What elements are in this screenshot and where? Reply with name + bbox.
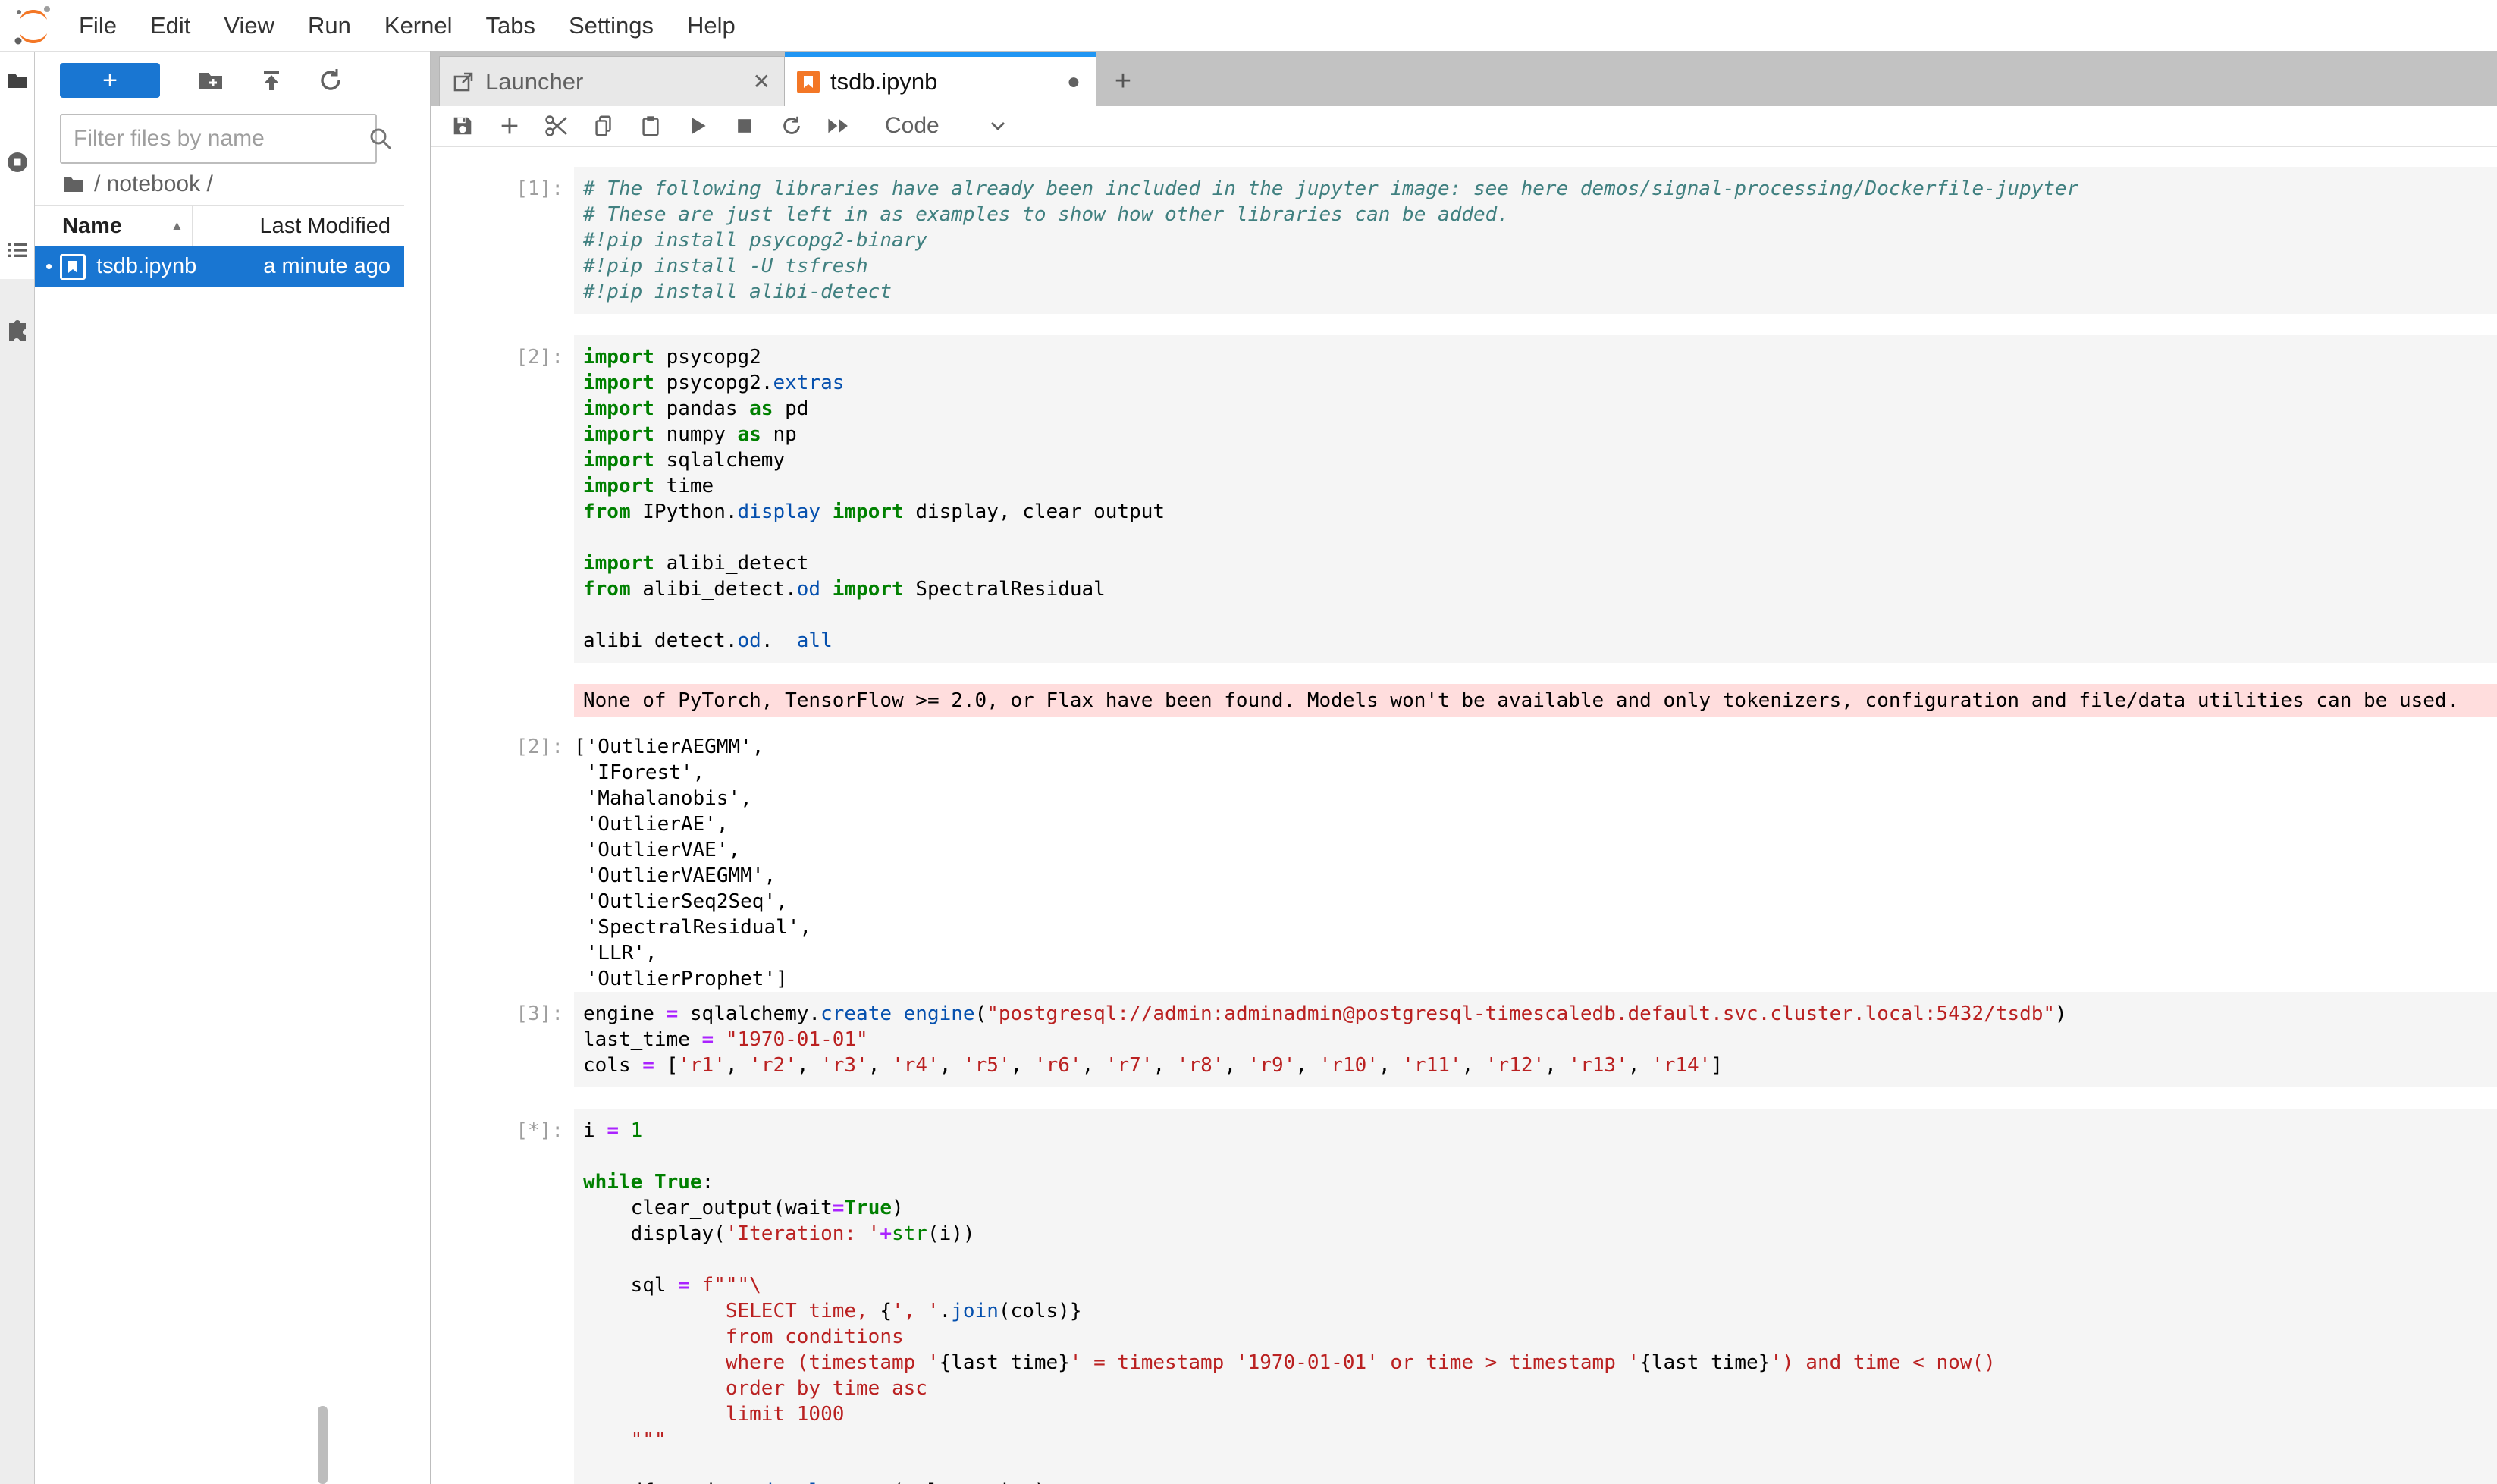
save-icon[interactable] <box>450 113 475 139</box>
launcher-tab-label: Launcher <box>485 68 753 96</box>
restart-kernel-icon[interactable] <box>779 113 805 139</box>
refresh-icon[interactable] <box>316 66 345 95</box>
stop-kernel-icon[interactable] <box>732 113 758 139</box>
menu-tabs[interactable]: Tabs <box>469 0 552 51</box>
new-folder-icon[interactable] <box>196 66 225 95</box>
chevron-down-icon[interactable] <box>987 115 1009 137</box>
left-activity-bar <box>0 52 35 1484</box>
unsaved-dot-icon: • <box>45 246 52 287</box>
code-cell[interactable]: [3]:engine = sqlalchemy.create_engine("p… <box>431 992 2497 1087</box>
file-browser-toolbar: + <box>35 59 430 102</box>
code-cell[interactable]: [*]:i = 1 while True: clear_output(wait=… <box>431 1109 2497 1484</box>
breadcrumb[interactable]: / notebook / <box>62 171 213 197</box>
extension-manager-icon[interactable] <box>5 318 30 343</box>
menu-kernel[interactable]: Kernel <box>368 0 469 51</box>
sort-ascending-icon: ▲ <box>171 218 184 234</box>
running-sessions-icon[interactable] <box>5 150 30 174</box>
cell-input-editor[interactable]: # The following libraries have already b… <box>574 167 2497 314</box>
column-last-modified[interactable]: Last Modified <box>260 214 391 239</box>
cell-type-select[interactable]: Code <box>885 113 940 139</box>
code-cell[interactable]: [2]:import psycopg2 import psycopg2.extr… <box>431 335 2497 663</box>
menu-run[interactable]: Run <box>291 0 368 51</box>
menu-view[interactable]: View <box>207 0 291 51</box>
file-filter-box <box>60 114 377 164</box>
menu-bar: FileEditViewRunKernelTabsSettingsHelp <box>0 0 2497 52</box>
home-folder-icon <box>62 173 85 196</box>
file-browser-icon[interactable] <box>5 68 30 93</box>
execution-count: [1]: <box>431 167 574 314</box>
column-name[interactable]: Name <box>62 214 122 239</box>
file-modified: a minute ago <box>263 254 391 279</box>
launcher-tab-icon <box>452 71 475 93</box>
file-name: tsdb.ipynb <box>96 254 196 279</box>
tab-notebook-active[interactable]: tsdb.ipynb ● <box>785 52 1096 107</box>
new-tab-button[interactable]: + <box>1102 58 1144 104</box>
add-cell-icon[interactable] <box>497 113 522 139</box>
file-list-header: Name ▲ Last Modified <box>35 205 404 247</box>
stderr-output: None of PyTorch, TensorFlow >= 2.0, or F… <box>574 684 2497 717</box>
upload-icon[interactable] <box>257 66 286 95</box>
sidebar-scrollbar[interactable] <box>318 1406 328 1484</box>
cut-cells-icon[interactable] <box>544 113 569 139</box>
run-cell-icon[interactable] <box>685 113 711 139</box>
execution-count: [3]: <box>431 992 574 1087</box>
copy-cells-icon[interactable] <box>591 113 616 139</box>
cell-input-editor[interactable]: import psycopg2 import psycopg2.extras i… <box>574 335 2497 663</box>
notebook-tab-icon <box>797 71 820 93</box>
jupyter-logo-icon <box>9 5 58 47</box>
tab-launcher[interactable]: Launcher ✕ <box>439 56 785 106</box>
file-filter-input[interactable] <box>72 125 368 152</box>
execution-count: [*]: <box>431 1109 574 1484</box>
menu-items: FileEditViewRunKernelTabsSettingsHelp <box>62 0 752 51</box>
dock-tab-bar: Launcher ✕ tsdb.ipynb ● + <box>431 51 2497 107</box>
cell-input-editor[interactable]: i = 1 while True: clear_output(wait=True… <box>574 1109 2497 1484</box>
execution-count: [2]: <box>431 335 574 663</box>
file-browser-panel: + / notebook <box>35 52 430 1484</box>
file-row-selected[interactable]: • tsdb.ipynb a minute ago <box>35 246 404 287</box>
code-cell[interactable]: [1]:# The following libraries have alrea… <box>431 167 2497 314</box>
main-dock-panel: Launcher ✕ tsdb.ipynb ● + <box>431 51 2497 1484</box>
restart-run-all-icon[interactable] <box>826 113 852 139</box>
breadcrumb-path: / notebook / <box>94 171 213 197</box>
cell-output: [2]:['OutlierAEGMM', 'IForest', 'Mahalan… <box>431 725 2497 992</box>
close-tab-icon[interactable]: ✕ <box>753 69 770 94</box>
notebook-file-icon <box>60 254 86 280</box>
new-launcher-button[interactable]: + <box>60 63 160 98</box>
search-icon <box>368 126 394 152</box>
menu-edit[interactable]: Edit <box>133 0 207 51</box>
notebook-toolbar: Code <box>431 106 2497 147</box>
notebook-content: [1]:# The following libraries have alrea… <box>431 147 2497 1484</box>
menu-settings[interactable]: Settings <box>552 0 670 51</box>
jupyterlab-window: FileEditViewRunKernelTabsSettingsHelp + <box>0 0 2497 1484</box>
cell-input-editor[interactable]: engine = sqlalchemy.create_engine("postg… <box>574 992 2497 1087</box>
output-prompt: [2]: <box>431 725 574 992</box>
menu-file[interactable]: File <box>62 0 133 51</box>
table-of-contents-icon[interactable] <box>5 238 30 262</box>
notebook-tab-label: tsdb.ipynb <box>830 68 1067 96</box>
paste-cells-icon[interactable] <box>638 113 663 139</box>
menu-help[interactable]: Help <box>670 0 752 51</box>
unsaved-changes-icon[interactable]: ● <box>1067 69 1081 95</box>
